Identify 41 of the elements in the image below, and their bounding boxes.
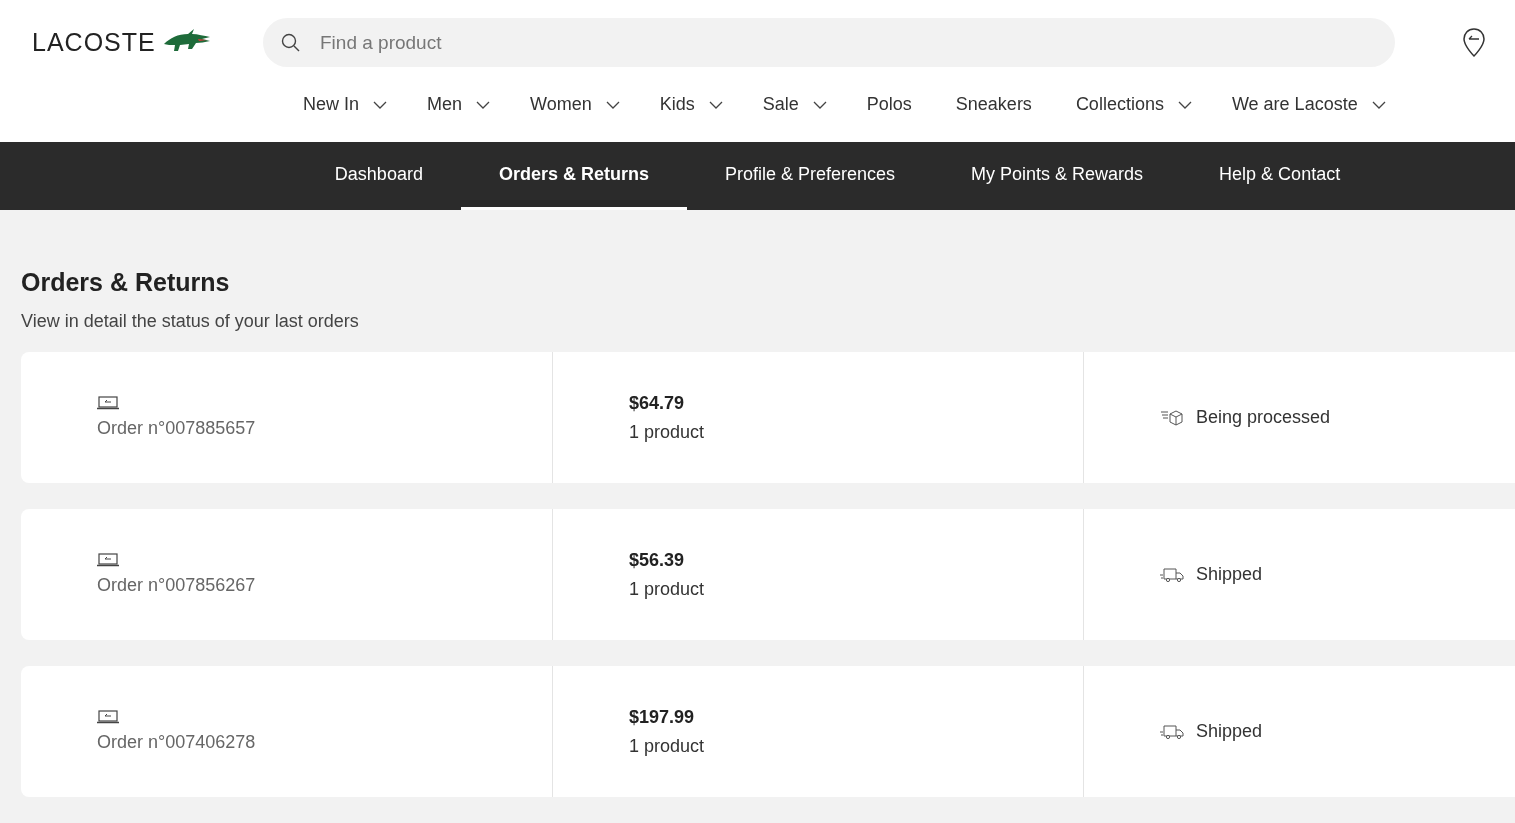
nav-link[interactable]: New In (303, 94, 388, 115)
page-title: Orders & Returns (21, 268, 231, 297)
nav-link[interactable]: Polos (866, 94, 912, 115)
order-total: $197.99 (629, 706, 696, 728)
location-pin-icon[interactable] (1463, 27, 1485, 58)
product-count: 1 product (629, 421, 706, 443)
laptop-icon (97, 396, 119, 410)
order-card[interactable]: Order n°007856267 $56.39 1 product Shipped (21, 509, 1515, 640)
nav-link[interactable]: Sneakers (955, 94, 1032, 115)
truck-icon (1160, 566, 1184, 583)
order-number: Order n°007885657 (97, 418, 257, 439)
account-tab[interactable]: Orders & Returns (460, 142, 687, 210)
nav-link[interactable]: Collections (1075, 94, 1192, 115)
order-number: Order n°007406278 (97, 732, 257, 753)
product-count: 1 product (629, 735, 706, 757)
search-icon (281, 33, 301, 53)
laptop-icon (97, 553, 119, 567)
order-number: Order n°007856267 (97, 575, 257, 596)
page-subtitle: View in detail the status of your last orders (21, 311, 360, 332)
order-status: Shipped (1196, 721, 1263, 742)
order-card[interactable]: Order n°007406278 $197.99 1 product Shipped (21, 666, 1515, 797)
order-total: $56.39 (629, 549, 686, 571)
account-tab[interactable]: My Points & Rewards (933, 142, 1182, 210)
search-field[interactable]: Find a product (263, 18, 1395, 67)
account-tab[interactable]: Help & Contact (1181, 142, 1379, 210)
nav-link[interactable]: Sale (762, 94, 827, 115)
nav-link[interactable]: We are Lacoste (1231, 94, 1386, 115)
nav-link[interactable]: Men (427, 94, 491, 115)
order-status: Shipped (1196, 564, 1263, 585)
order-status: Being processed (1196, 407, 1331, 428)
laptop-icon (97, 710, 119, 724)
truck-icon (1160, 723, 1184, 740)
logo-wordmark[interactable]: LACOSTE (32, 28, 156, 57)
order-card[interactable]: Order n°007885657 $64.79 1 product Being processed (21, 352, 1515, 483)
product-count: 1 product (629, 578, 706, 600)
box-icon (1160, 408, 1184, 427)
account-tab[interactable]: Dashboard (296, 142, 461, 210)
account-tab[interactable]: Profile & Preferences (686, 142, 934, 210)
nav-link[interactable]: Kids (659, 94, 723, 115)
order-total: $64.79 (629, 392, 686, 414)
nav-link[interactable]: Women (530, 94, 620, 115)
